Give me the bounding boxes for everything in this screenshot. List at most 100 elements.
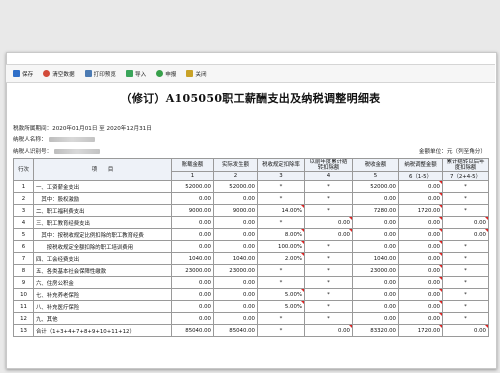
line-number: 12 xyxy=(13,312,34,326)
table-cell[interactable]: 1040.00 xyxy=(171,252,214,266)
table-row: 4 三、职工教育经费支出 0.00 0.00 * 0.00 0.00 0.00 0.00 xyxy=(13,216,489,230)
col-index: 6（1-5） xyxy=(398,171,443,182)
item-label: 四、工会经费支出 xyxy=(33,252,172,266)
table-cell: 0.00 xyxy=(398,180,443,194)
tax-period: 税款所属期间：2020年01月01日 至 2020年12月31日 xyxy=(13,126,152,132)
item-label: 三、职工教育经费支出 xyxy=(33,216,172,230)
table-cell: 0.00 xyxy=(398,228,443,242)
table-cell[interactable]: 1040.00 xyxy=(213,252,258,266)
taxpayer-id: 纳税人识别号： xyxy=(13,147,101,155)
table-cell[interactable]: 9000.00 xyxy=(171,204,214,218)
line-number: 5 xyxy=(13,228,34,242)
table-cell: * xyxy=(442,300,489,314)
table-cell[interactable]: 9000.00 xyxy=(213,204,258,218)
table-cell: 5.00% xyxy=(257,288,305,302)
table-row: 5 其中：按税收规定比例扣除的职工教育经费 0.00 0.00 8.00% 0.00 0.… xyxy=(13,228,489,242)
item-label: 五、各类基本社会保障性缴款 xyxy=(33,264,172,278)
header-row: 行次 项 目 账载金额 实际发生额 税收规定扣除率 以前年度累计结转扣除额 税收… xyxy=(13,157,489,182)
table-cell[interactable]: 0.00 xyxy=(171,312,214,326)
col-index: 4 xyxy=(304,171,353,182)
table-cell[interactable]: 52000.00 xyxy=(171,180,214,194)
table-cell: * xyxy=(442,240,489,254)
declare-label: 申报 xyxy=(165,71,177,78)
table-cell[interactable]: 0.00 xyxy=(213,240,258,254)
table-cell: * xyxy=(442,252,489,266)
table-cell[interactable]: 0.00 xyxy=(171,216,214,230)
col-header: 项 目 xyxy=(33,157,172,182)
table-cell[interactable]: 0.00 xyxy=(171,276,214,290)
table-cell[interactable]: 52000.00 xyxy=(213,180,258,194)
col-header: 累计结转以后年度扣除额 xyxy=(442,157,489,173)
table-cell: 83320.00 xyxy=(352,324,399,338)
table-row: 13 合计（1+3+4+7+8+9+10+11+12） 85040.00 85040.… xyxy=(13,324,489,338)
table-cell: 1720.00 xyxy=(398,204,443,218)
table-cell: 85040.00 xyxy=(171,324,214,338)
table-cell[interactable]: 0.00 xyxy=(171,288,214,302)
table-cell[interactable]: 0.00 xyxy=(213,288,258,302)
import-button[interactable]: 导入 xyxy=(125,70,147,78)
table-cell[interactable]: 0.00 xyxy=(171,240,214,254)
table-cell[interactable]: 0.00 xyxy=(171,228,214,242)
table-row: 7 四、工会经费支出 1040.00 1040.00 2.00% * 1040.00 0.00… xyxy=(13,252,489,266)
table-cell[interactable]: 0.00 xyxy=(213,300,258,314)
table-cell[interactable]: 0.00 xyxy=(213,228,258,242)
table-cell: * xyxy=(442,312,489,326)
line-number: 7 xyxy=(13,252,34,266)
table-cell: * xyxy=(304,204,353,218)
item-label: 一、工资薪金支出 xyxy=(33,180,172,194)
table-cell: * xyxy=(257,312,305,326)
table-row: 1 一、工资薪金支出 52000.00 52000.00 * * 52000.00 0.00 * xyxy=(13,180,489,194)
import-icon xyxy=(125,70,133,77)
table-cell: * xyxy=(304,264,353,278)
clear-data-button[interactable]: 清空数据 xyxy=(43,70,75,78)
table-cell[interactable]: 0.00 xyxy=(213,216,258,230)
table-row: 11 八、补充医疗保险 0.00 0.00 5.00% * 0.00 0.00 * xyxy=(13,300,489,314)
table-cell: 0.00 xyxy=(398,300,443,314)
table-cell: * xyxy=(442,180,489,194)
declare-button[interactable]: 申报 xyxy=(156,70,176,78)
table-cell: * xyxy=(304,312,353,326)
line-number: 3 xyxy=(13,204,34,218)
toolbar: 保存 清空数据 打印预览 导入 申报 关闭 xyxy=(6,64,495,83)
table-cell[interactable]: 0.00 xyxy=(213,312,258,326)
table-cell: 8.00% xyxy=(257,228,305,242)
print-preview-button[interactable]: 打印预览 xyxy=(84,70,116,78)
line-number: 9 xyxy=(13,276,34,290)
save-button[interactable]: 保存 xyxy=(13,70,33,78)
redacted-value xyxy=(48,137,95,142)
table-cell: * xyxy=(257,216,305,230)
col-header: 行次 xyxy=(13,157,34,182)
import-label: 导入 xyxy=(134,71,147,78)
table-cell: 0.00 xyxy=(398,240,443,254)
table-cell[interactable]: 0.00 xyxy=(171,300,214,314)
col-index: 5 xyxy=(352,171,399,182)
table-cell: * xyxy=(304,192,353,206)
table-cell: * xyxy=(304,180,353,194)
close-label: 关闭 xyxy=(195,71,207,78)
table-cell: 0.00 xyxy=(398,288,443,302)
table-cell: * xyxy=(304,252,353,266)
close-button[interactable]: 关闭 xyxy=(186,70,207,78)
table-cell: 0.00 xyxy=(352,240,399,254)
table-cell[interactable]: 23000.00 xyxy=(171,264,214,278)
save-icon xyxy=(13,70,20,77)
table-cell: 0.00 xyxy=(352,216,399,230)
table-cell: 85040.00 xyxy=(213,324,258,338)
item-label: 二、职工福利费支出 xyxy=(33,204,172,218)
table-cell[interactable]: 0.00 xyxy=(213,276,258,290)
table-cell[interactable]: 0.00 xyxy=(171,192,214,206)
taxpayer-name-label: 纳税人名称： xyxy=(13,137,47,143)
line-number: 6 xyxy=(13,240,34,254)
table-cell: 0.00 xyxy=(442,324,489,338)
table-cell: * xyxy=(257,276,305,290)
table-cell: * xyxy=(442,288,489,302)
salary-adjustment-table: 行次 项 目 账载金额 实际发生额 税收规定扣除率 以前年度累计结转扣除额 税收… xyxy=(13,157,489,338)
table-cell: * xyxy=(257,180,305,194)
table-cell[interactable]: 0.00 xyxy=(213,192,258,206)
print-preview-label: 打印预览 xyxy=(93,71,116,78)
table-row: 3 二、职工福利费支出 9000.00 9000.00 14.00% * 7280.00 17… xyxy=(13,204,489,218)
printer-icon xyxy=(84,70,92,77)
item-label: 其中：股权激励 xyxy=(33,192,172,206)
table-cell[interactable]: 23000.00 xyxy=(213,264,258,278)
item-label: 九、其他 xyxy=(33,312,172,326)
